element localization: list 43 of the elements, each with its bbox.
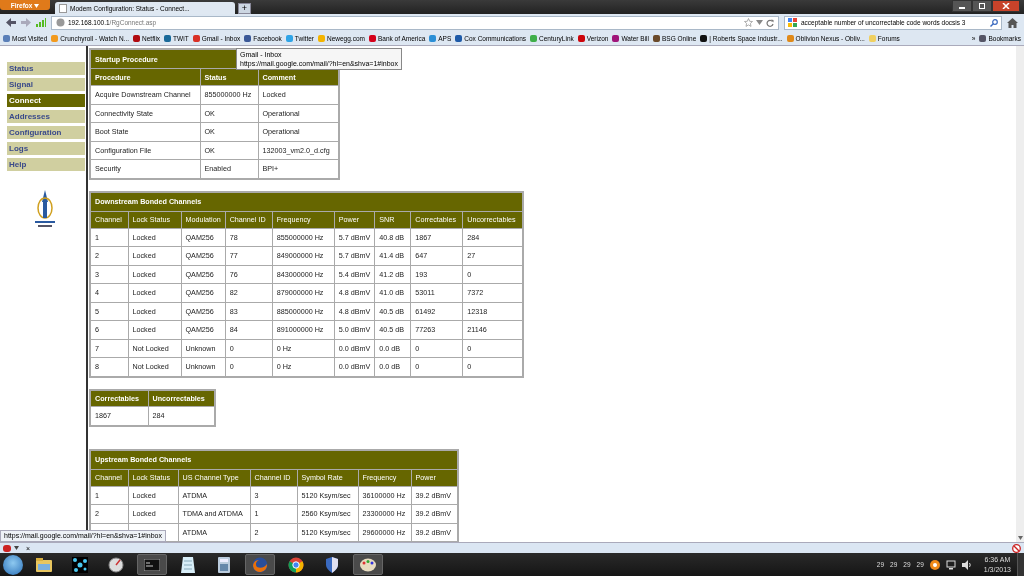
no-sign-icon[interactable]: [1012, 543, 1021, 553]
nav-link[interactable]: Logs: [7, 142, 85, 155]
speaker-icon[interactable]: [961, 559, 972, 570]
caret-icon[interactable]: [14, 546, 19, 550]
network-icon: [72, 556, 88, 573]
update-icon[interactable]: [929, 559, 940, 570]
scrollbar[interactable]: [1016, 46, 1024, 542]
folder-icon: [36, 557, 52, 572]
gauge-icon: [108, 556, 124, 573]
nav-link[interactable]: Signal: [7, 78, 85, 91]
close-button[interactable]: [992, 0, 1020, 12]
scroll-down-icon[interactable]: [1017, 536, 1023, 540]
reload-icon[interactable]: [766, 18, 774, 27]
nav-link[interactable]: Help: [7, 158, 85, 171]
shield-icon: [325, 556, 339, 573]
caret-icon: [34, 3, 40, 8]
nav-link[interactable]: Addresses: [7, 110, 85, 123]
search-icon[interactable]: [990, 18, 998, 27]
start-button[interactable]: [3, 554, 23, 575]
maximize-icon: [978, 3, 986, 9]
taskbar-app[interactable]: [353, 554, 383, 575]
firefox-icon: [252, 556, 268, 573]
chrome-icon: [288, 556, 304, 573]
new-tab-button[interactable]: +: [238, 3, 251, 14]
star-icon[interactable]: [744, 18, 753, 27]
signal-bars-icon: [36, 18, 46, 27]
nav-link[interactable]: Status: [7, 62, 85, 75]
search-engine-icon[interactable]: [788, 18, 797, 27]
dropdown-icon[interactable]: [756, 20, 763, 25]
notepad-icon: [181, 556, 195, 573]
monitor-icon[interactable]: [945, 559, 956, 570]
minimize-button[interactable]: [952, 0, 972, 12]
paint-palette-icon: [360, 557, 376, 572]
terminal-icon: [144, 558, 160, 571]
close-icon: [1002, 3, 1010, 9]
calculator-icon: [218, 556, 230, 573]
adblock-icon[interactable]: [3, 544, 11, 552]
nav-link[interactable]: Configuration: [7, 126, 85, 139]
back-icon[interactable]: [6, 18, 16, 27]
maximize-button[interactable]: [972, 0, 992, 12]
nav-link[interactable]: Connect: [7, 94, 85, 107]
page-icon: [59, 3, 67, 13]
home-icon[interactable]: [1007, 17, 1018, 28]
